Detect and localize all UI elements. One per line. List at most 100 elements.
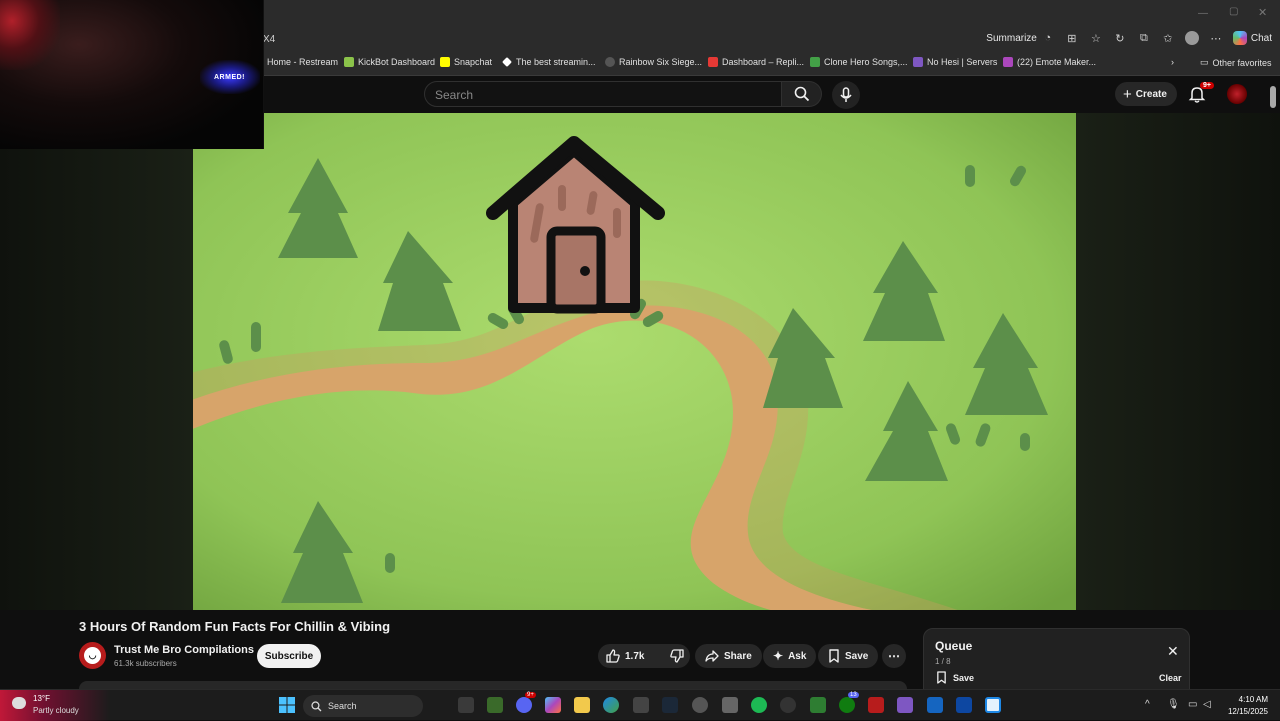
summarize-button[interactable]: Summarize ◔ (986, 31, 1055, 45)
page-scrollbar[interactable] (1270, 86, 1276, 108)
clock-time: 4:10 AM (1238, 695, 1268, 704)
create-button[interactable]: + Create (1115, 82, 1177, 106)
bookmark-item[interactable]: Clone Hero Songs,... (810, 57, 908, 67)
xbox-icon[interactable] (839, 697, 855, 713)
bookmark-favicon (440, 57, 450, 67)
thumbs-down-icon (670, 649, 685, 663)
dislike-button[interactable] (662, 644, 692, 668)
bookmark-label: Rainbow Six Siege... (619, 57, 703, 67)
split-screen-icon[interactable]: ⊞ (1065, 31, 1079, 45)
bookmark-item[interactable]: No Hesi | Servers (913, 57, 997, 67)
minimize-icon[interactable]: — (1198, 8, 1208, 19)
description-box[interactable] (79, 681, 907, 689)
settings-icon[interactable] (722, 697, 738, 713)
other-favorites-folder[interactable]: ▭ Other favorites (1200, 57, 1272, 68)
obs-icon[interactable] (692, 697, 708, 713)
ask-button[interactable]: ✦ Ask (763, 644, 817, 668)
bookmark-favicon (810, 57, 820, 67)
voice-search-button[interactable] (832, 81, 860, 109)
bookmark-icon (829, 649, 839, 663)
windows-start-icon[interactable] (279, 697, 295, 713)
microphone-tray-icon[interactable]: 🎙 (1167, 699, 1180, 710)
tray-chevron-icon[interactable]: ^ (1145, 699, 1150, 710)
search-icon (311, 700, 322, 711)
search-icon (794, 86, 809, 102)
bookmark-item[interactable]: KickBot Dashboard (344, 57, 435, 67)
copilot-taskbar-icon[interactable] (545, 697, 561, 713)
player-ambient-left (0, 113, 193, 610)
share-label: Share (724, 650, 752, 662)
notifications-button[interactable]: 9+ (1188, 82, 1214, 105)
bookmark-item[interactable]: Snapchat (440, 57, 492, 67)
bookmark-label: No Hesi | Servers (927, 57, 998, 67)
channel-avatar[interactable]: ◡ (79, 642, 106, 669)
bookmark-favicon (344, 57, 354, 67)
notes-app-icon[interactable] (897, 697, 913, 713)
bookmarks-overflow-chevron-icon[interactable]: › (1171, 57, 1174, 67)
bookmark-label: Clone Hero Songs,... (824, 57, 908, 67)
system-clock[interactable]: 4:10 AM 12/15/2025 (1222, 694, 1268, 718)
weather-widget[interactable]: 13°F Partly cloudy (0, 690, 110, 721)
volume-icon[interactable]: ◁ (1203, 699, 1211, 710)
edge-icon[interactable] (603, 697, 619, 713)
notifications-badge: 9+ (1200, 82, 1214, 89)
video-player[interactable] (193, 113, 1076, 610)
account-avatar[interactable] (1227, 84, 1247, 104)
more-menu-icon[interactable]: ⋯ (1209, 31, 1223, 45)
queue-clear-button[interactable]: Clear (1159, 673, 1182, 683)
copilot-chat-button[interactable]: Chat (1232, 31, 1272, 45)
share-button[interactable]: Share (695, 644, 762, 668)
task-view-icon[interactable] (458, 697, 474, 713)
discord-icon[interactable] (516, 697, 532, 713)
browser-alt-icon[interactable] (956, 697, 972, 713)
clock-date: 12/15/2025 (1227, 707, 1268, 716)
more-actions-button[interactable]: ⋯ (882, 644, 906, 668)
save-label: Save (845, 650, 869, 662)
network-icon[interactable]: ▭ (1188, 699, 1197, 710)
spotify-icon[interactable] (751, 697, 767, 713)
b-app-icon[interactable] (810, 697, 826, 713)
share-icon (705, 650, 719, 662)
bookmark-item[interactable]: Home - Restream (253, 57, 338, 67)
house-door (546, 226, 606, 314)
like-count: 1.7k (625, 650, 645, 662)
active-window-icon[interactable] (985, 697, 1001, 713)
store-icon[interactable] (633, 697, 649, 713)
save-button[interactable]: Save (818, 644, 879, 668)
summarize-icon: ◔ (1044, 32, 1052, 44)
taskbar-search[interactable]: Search (303, 695, 423, 717)
profile-avatar[interactable] (1184, 31, 1199, 45)
search-button[interactable] (782, 81, 822, 107)
game-app-icon[interactable] (868, 697, 884, 713)
search-input[interactable]: Search (424, 81, 782, 107)
queue-save-button[interactable]: Save (936, 671, 974, 684)
xbox-badge: 13 (848, 692, 859, 698)
streaming-app-icon[interactable] (927, 697, 943, 713)
windows-taskbar: 13°F Partly cloudy Search 9+ 13 ^ 🎙 ▭ ◁ … (0, 689, 1280, 721)
nvidia-icon[interactable] (487, 697, 503, 713)
steam-icon[interactable] (662, 697, 678, 713)
queue-close-icon[interactable]: ✕ (1167, 643, 1179, 660)
bookmark-item[interactable]: Dashboard – Repli... (708, 57, 804, 67)
refresh-icon[interactable]: ↻ (1113, 31, 1127, 45)
queue-save-label: Save (953, 672, 975, 683)
bookmark-item[interactable]: (22) Emote Maker... (1003, 57, 1096, 67)
bookmark-item[interactable]: Rainbow Six Siege... (605, 57, 702, 67)
favorites-icon[interactable]: ✩ (1161, 31, 1175, 45)
file-explorer-icon[interactable] (574, 697, 590, 713)
bookmark-item[interactable]: The best streamin... (502, 57, 596, 67)
close-window-icon[interactable]: ✕ (1258, 6, 1267, 19)
webcam-label: ARMED! (214, 74, 245, 81)
create-label: Create (1135, 88, 1167, 100)
video-frame (193, 113, 1076, 610)
extensions-icon[interactable]: ⧉ (1137, 31, 1151, 45)
favorite-star-icon[interactable]: ☆ (1089, 31, 1103, 45)
url-text[interactable]: X4 (263, 34, 275, 45)
4k-video-icon[interactable] (780, 697, 796, 713)
cloud-icon (12, 697, 26, 709)
like-button[interactable]: 1.7k (598, 644, 652, 668)
channel-name[interactable]: Trust Me Bro Compilations (114, 644, 254, 656)
bookmark-label: KickBot Dashboard (358, 57, 436, 67)
subscribe-button[interactable]: Subscribe (257, 644, 321, 668)
maximize-icon[interactable]: ▢ (1229, 6, 1238, 17)
